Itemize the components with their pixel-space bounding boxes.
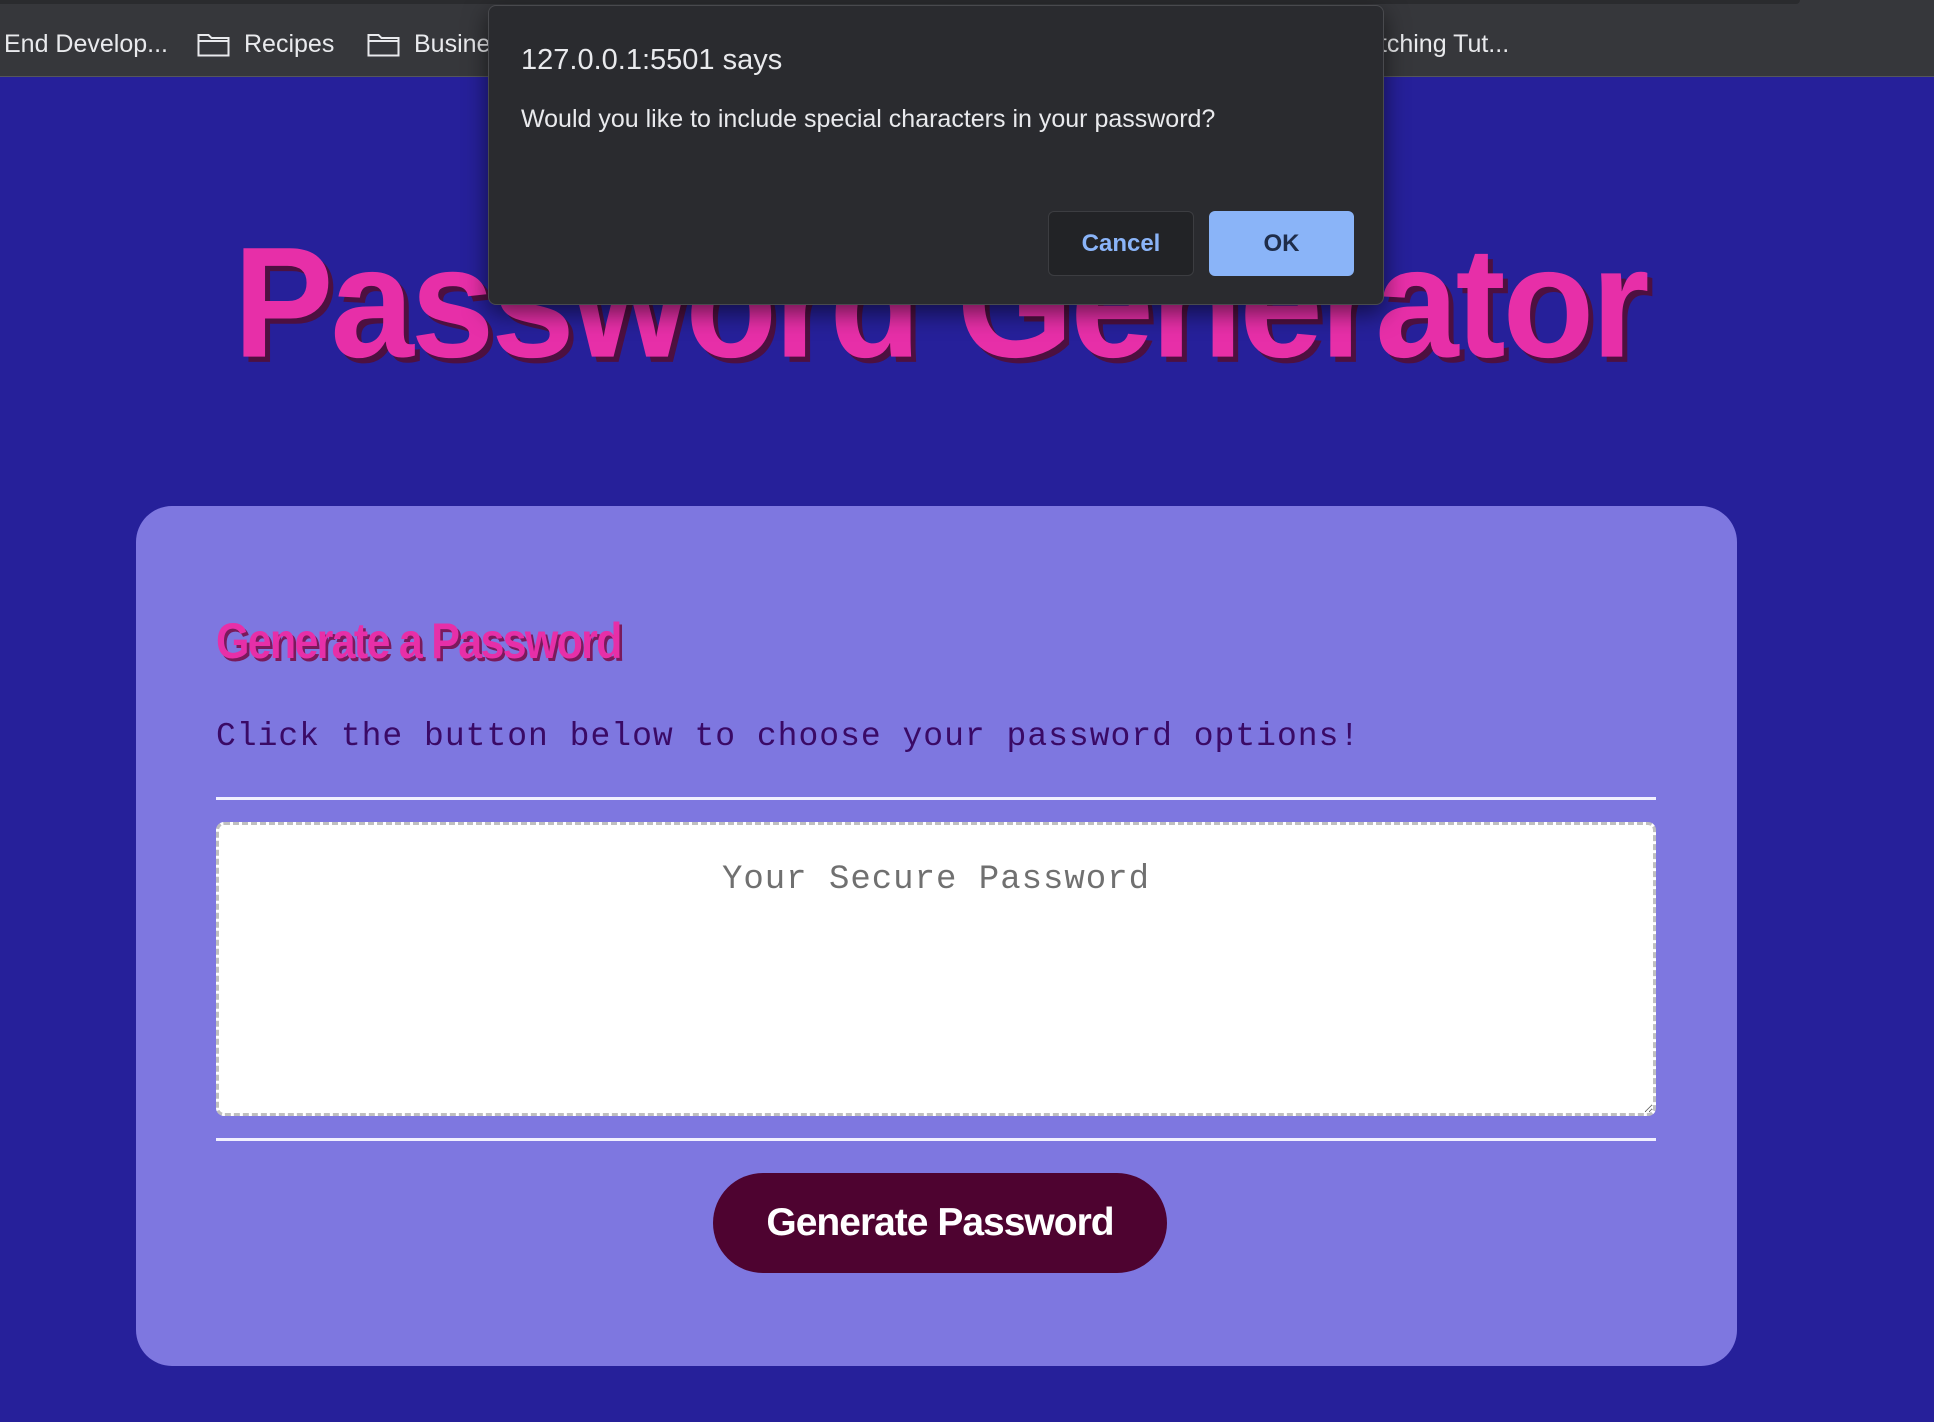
bookmark-label: Recipes [244,29,335,58]
bookmark-watching-tutorials[interactable]: atching Tut... [1366,24,1509,64]
card-header: Generate a Password [216,613,622,669]
divider-bottom [216,1138,1656,1141]
bookmark-end-development[interactable]: End Develop... [4,24,168,64]
password-output[interactable] [216,822,1656,1116]
generate-password-button[interactable]: Generate Password [713,1173,1167,1273]
alert-dialog: 127.0.0.1:5501 says Would you like to in… [488,5,1384,305]
folder-icon [367,34,400,57]
ok-button[interactable]: OK [1209,211,1354,276]
bookmark-business[interactable]: Busine [367,24,490,64]
card-subtitle: Click the button below to choose your pa… [216,718,1361,755]
cancel-button[interactable]: Cancel [1048,211,1194,276]
bookmark-label: End Develop... [4,29,168,58]
tab-strip-edge [0,0,1800,4]
bookmark-label: atching Tut... [1366,29,1510,58]
dialog-title: 127.0.0.1:5501 says [521,44,783,76]
dialog-message: Would you like to include special charac… [521,105,1216,133]
folder-icon [197,34,230,57]
bookmark-label: Busine [414,29,491,58]
divider-top [216,797,1656,800]
bookmark-recipes[interactable]: Recipes [197,24,334,64]
